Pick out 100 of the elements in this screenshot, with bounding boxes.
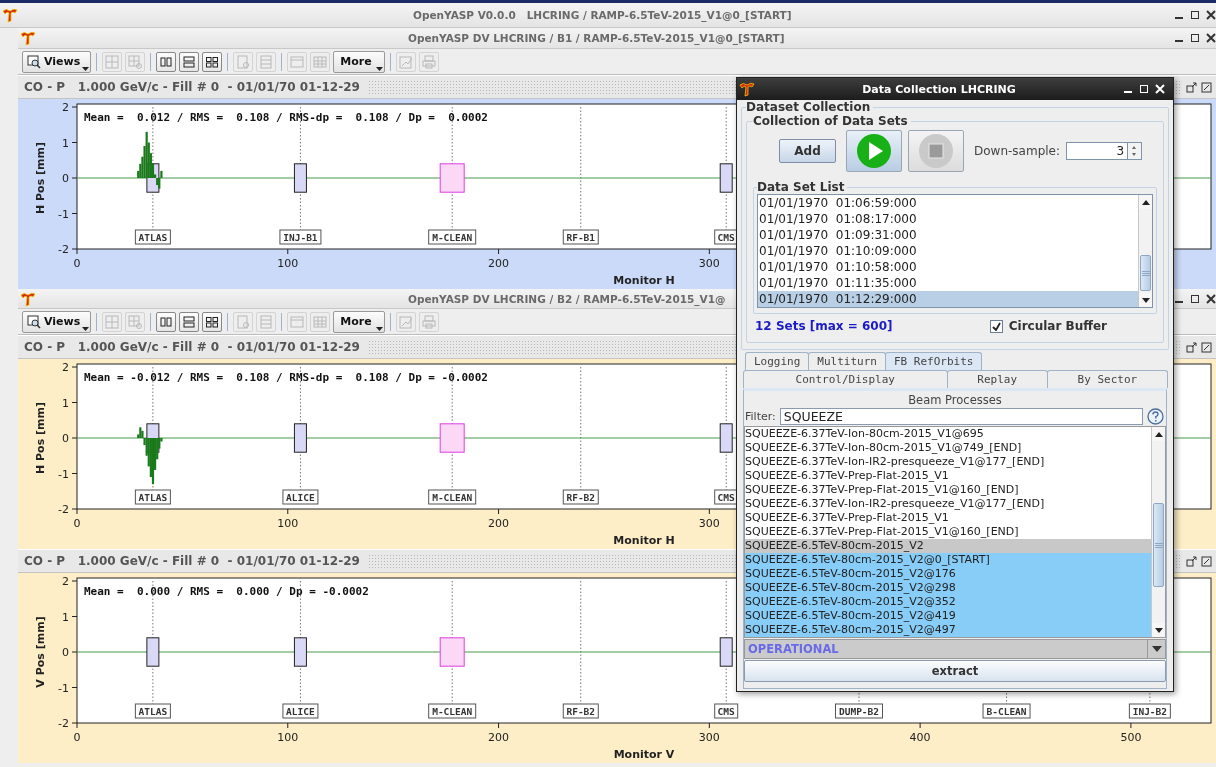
axis-tick-label: 0 — [62, 172, 69, 185]
axis-tick-label: 1 — [62, 610, 69, 624]
maximize-icon[interactable] — [1190, 33, 1200, 43]
stop-button[interactable] — [908, 130, 964, 172]
table-icon — [312, 313, 329, 330]
panel-header: CO - P 1.000 GeV/c - Fill # 0 - 01/01/70 01-12-29 — [23, 80, 361, 94]
window-title: OpenYASP V0.0.0 LHCRING / RAMP-6.5TeV-2015_V1@0_[START] — [413, 9, 792, 21]
maximize-icon[interactable] — [1190, 293, 1200, 304]
monitor-label: ATLAS — [134, 489, 171, 505]
axis-title: Monitor H — [613, 274, 675, 287]
process-item[interactable]: SQUEEZE-6.5TeV-80cm-2015_V2 — [745, 539, 1151, 553]
check-icon — [991, 321, 1001, 331]
frame-title: OpenYASP DV LHCRING / B1 / RAMP-6.5TeV-2015_V1@0_[START] — [408, 32, 785, 44]
process-item[interactable]: SQUEEZE-6.5TeV-80cm-2015_V2@352 — [745, 595, 1151, 609]
scroll-down-icon[interactable] — [1141, 297, 1150, 303]
maximize-icon[interactable] — [1201, 81, 1212, 93]
restore-icon[interactable] — [1186, 81, 1197, 93]
toolbar-button[interactable] — [202, 311, 223, 332]
axis-tick-label: 200 — [488, 517, 510, 530]
circular-buffer-checkbox[interactable] — [989, 319, 1003, 333]
frame-title: OpenYASP DV LHCRING / B2 / RAMP-6.5TeV-2015_V1@ — [408, 292, 726, 305]
maximize-icon[interactable] — [1201, 555, 1212, 567]
process-item[interactable]: SQUEEZE-6.5TeV-80cm-2015_V2@497 — [745, 623, 1151, 637]
logo-icon — [20, 30, 36, 46]
monitor-label: DUMP-B2 — [835, 703, 883, 719]
tab[interactable]: By Sector — [1046, 370, 1168, 388]
restore-icon[interactable] — [1186, 341, 1197, 353]
views-button[interactable]: Views — [22, 310, 92, 333]
scrollbar[interactable] — [1138, 195, 1152, 307]
reference-box — [719, 163, 733, 193]
restore-icon[interactable] — [1186, 555, 1197, 567]
axis-tick-label: 300 — [698, 257, 720, 270]
close-icon[interactable] — [1206, 10, 1216, 20]
toolbar-button[interactable] — [202, 51, 223, 72]
dataset-item[interactable]: 01/01/1970 01:12:29:000 — [758, 291, 1138, 307]
axis-tick-label: 100 — [277, 517, 299, 530]
window-icon — [289, 313, 306, 330]
window-icon — [289, 53, 306, 70]
process-item[interactable]: SQUEEZE-6.5TeV-80cm-2015_V2@176 — [745, 567, 1151, 581]
scroll-down-icon[interactable] — [1154, 627, 1163, 633]
monitor-label: M-CLEAN — [428, 489, 477, 505]
process-item[interactable]: SQUEEZE-6.5TeV-80cm-2015_V2@0_[START] — [745, 553, 1151, 567]
axis-tick-label: 0 — [62, 646, 69, 659]
views-button[interactable]: Views — [22, 50, 92, 73]
grid-zoom-icon — [127, 53, 144, 70]
filter-field[interactable]: SQUEEZE — [779, 408, 1143, 425]
scroll-up-icon[interactable] — [1154, 431, 1163, 437]
maximize-icon[interactable] — [1201, 341, 1212, 353]
axis-tick-label: -2 — [58, 243, 69, 256]
tab[interactable]: Logging — [745, 352, 810, 370]
grip-icon — [1154, 542, 1163, 548]
axis-tick-label: 0 — [73, 731, 81, 744]
monitor-label: CMS — [714, 489, 739, 505]
axis-title: H Pos [mm] — [34, 142, 47, 214]
monitor-label: B-CLEAN — [982, 703, 1031, 719]
monitor-label: ALICE — [282, 489, 319, 505]
axis-title: V Pos [mm] — [34, 616, 47, 688]
dialog-title: Data Collection LHCRING — [862, 82, 1016, 96]
group-title: Data Set List — [757, 180, 846, 194]
logo-icon — [739, 81, 755, 97]
close-icon[interactable] — [1206, 293, 1216, 304]
caret-icon — [1151, 646, 1162, 652]
monitor-label: ATLAS — [134, 229, 171, 245]
stop-icon — [918, 133, 954, 169]
scrollbar[interactable] — [1151, 427, 1165, 637]
more-button[interactable]: More — [333, 310, 385, 333]
list-icon — [258, 53, 275, 70]
views-icon — [27, 54, 41, 69]
close-icon[interactable] — [1206, 33, 1216, 43]
chart-export-icon — [397, 313, 414, 330]
axis-tick-label: -2 — [58, 717, 69, 730]
tab[interactable]: FB RefOrbits — [884, 352, 983, 370]
filter-label: Filter: — [745, 410, 776, 423]
extract-button[interactable]: extract — [744, 660, 1166, 682]
sets-count: 12 Sets [max = 600] — [755, 319, 893, 333]
add-button[interactable]: Add — [779, 139, 836, 163]
logo-icon — [2, 7, 18, 23]
more-button[interactable]: More — [333, 50, 385, 73]
help-icon[interactable] — [1147, 408, 1164, 425]
process-item[interactable]: SQUEEZE-6.5TeV-80cm-2015_V2@419 — [745, 609, 1151, 623]
views-icon — [27, 314, 41, 329]
axis-title: Monitor H — [613, 534, 675, 547]
monitor-label: CMS — [714, 229, 739, 245]
axis-tick-label: 0 — [62, 432, 69, 445]
maximize-icon[interactable] — [1190, 10, 1200, 20]
downsample-field[interactable]: 3 — [1066, 142, 1128, 160]
monitor-label: RF-B2 — [562, 489, 599, 505]
grid-icon — [104, 53, 121, 70]
document-icon — [235, 313, 252, 330]
axis-tick-label: 2 — [62, 101, 69, 114]
play-button[interactable] — [846, 130, 902, 172]
grid-icon — [104, 313, 121, 330]
scroll-up-icon[interactable] — [1141, 199, 1150, 205]
printer-icon — [420, 53, 437, 70]
logo-icon — [20, 290, 36, 307]
process-item[interactable]: SQUEEZE-6.5TeV-80cm-2015_V2@298 — [745, 581, 1151, 595]
tab[interactable]: Control/Display — [743, 370, 948, 388]
monitor-label: M-CLEAN — [428, 229, 477, 245]
tab[interactable]: Replay — [946, 370, 1048, 388]
monitor-label: INJ-B1 — [279, 229, 322, 245]
